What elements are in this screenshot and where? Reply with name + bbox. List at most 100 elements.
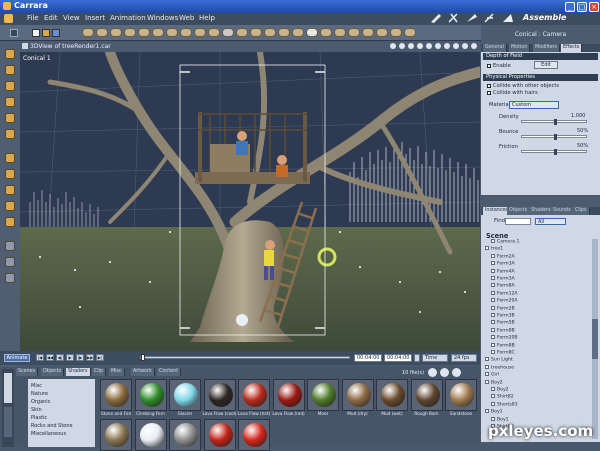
enable-checkbox[interactable] (487, 64, 491, 68)
insert-cube-icon[interactable] (96, 28, 108, 37)
insert-fire-icon[interactable] (334, 28, 346, 37)
tree-item[interactable]: Form20B (491, 335, 518, 341)
shader-thumbnail[interactable] (203, 419, 236, 451)
tree-expand-icon[interactable] (485, 372, 489, 377)
tab-modifiers[interactable]: Modifiers (533, 44, 560, 52)
browser-scrollbar[interactable] (592, 239, 598, 439)
physical-properties-header[interactable]: Physical Properties (483, 74, 598, 81)
tree-item[interactable]: Shorts83 (491, 401, 518, 408)
insert-ocean-icon[interactable] (320, 28, 332, 37)
shader-thumbnail[interactable] (134, 419, 167, 451)
time-unit-select[interactable]: Time (422, 354, 448, 362)
insert-text-icon[interactable] (180, 28, 192, 37)
tree-expand-icon[interactable] (491, 335, 495, 340)
tree-expand-icon[interactable] (491, 268, 495, 273)
toolbar-new-icon[interactable] (32, 29, 40, 37)
tab-effects[interactable]: Effects (561, 44, 583, 52)
view-perspective-icon[interactable] (417, 43, 423, 49)
rewind-button[interactable]: ◀◀ (46, 354, 54, 361)
insert-particle-icon[interactable] (376, 28, 388, 37)
menu-insert[interactable]: Insert (85, 14, 105, 22)
go-to-start-button[interactable]: |◀ (36, 354, 44, 361)
bounce-slider-thumb[interactable] (554, 134, 557, 140)
density-slider-thumb[interactable] (554, 119, 557, 125)
tab-objects[interactable]: Objects (507, 207, 531, 215)
tree-item[interactable]: Form4A (491, 268, 515, 275)
tree-expand-icon[interactable] (491, 350, 495, 354)
browser-tab[interactable] (4, 407, 12, 437)
shader-thumbnail[interactable] (134, 379, 167, 411)
room-render-icon[interactable] (484, 13, 494, 23)
view-front-icon[interactable] (390, 43, 396, 49)
density-slider[interactable] (521, 119, 587, 125)
tree-item[interactable]: Shirt82 (491, 394, 514, 400)
tab-motion[interactable]: Motion (509, 44, 531, 52)
category-item[interactable]: Nature (31, 391, 48, 397)
tree-expand-icon[interactable] (491, 253, 495, 258)
maximize-button[interactable]: □ (577, 1, 587, 12)
minimize-button[interactable]: _ (565, 1, 575, 12)
play-button[interactable]: ▶ (66, 354, 74, 361)
tree-item[interactable]: Form2B (491, 305, 515, 312)
category-item[interactable]: Organic (31, 399, 50, 405)
shelf-tab-shaders[interactable]: Shaders (66, 368, 91, 376)
shader-thumbnail[interactable] (203, 379, 236, 411)
tree-expand-icon[interactable] (485, 246, 489, 251)
tree-expand-icon[interactable] (485, 357, 489, 362)
category-item[interactable]: Miscellaneous (31, 431, 66, 437)
tree-item[interactable]: Form12A (491, 290, 518, 297)
insert-hair-icon[interactable] (278, 28, 290, 37)
view-large-icon[interactable] (440, 368, 449, 377)
shelf-tab-content[interactable]: Content (157, 368, 182, 376)
insert-torus-icon[interactable] (138, 28, 150, 37)
menu-animation[interactable]: Animation (110, 14, 146, 22)
category-item[interactable]: Skin (31, 407, 42, 413)
go-to-end-button[interactable]: ▶| (96, 354, 104, 361)
insert-fog-icon[interactable] (292, 28, 304, 37)
tree-item[interactable]: treehouse (485, 364, 514, 371)
scale-tool-icon[interactable] (5, 97, 15, 107)
tree-item[interactable]: Form8A (491, 283, 515, 289)
insert-spline-icon[interactable] (236, 28, 248, 37)
shader-thumbnail[interactable] (341, 379, 374, 411)
orbit-camera-tool-icon[interactable] (5, 185, 15, 195)
fps-select[interactable]: 24 fps (451, 354, 477, 362)
viewport-menu-icon[interactable] (22, 43, 28, 49)
dolly-camera-tool-icon[interactable] (5, 201, 15, 211)
room-switcher[interactable] (425, 11, 525, 25)
collide-hairs-checkbox[interactable] (487, 91, 491, 95)
insert-light-icon[interactable] (194, 28, 206, 37)
tab-general[interactable]: General (483, 44, 507, 52)
tree-expand-icon[interactable] (491, 387, 495, 391)
shader-thumbnail[interactable] (410, 379, 443, 411)
shader-thumbnail[interactable] (169, 379, 201, 411)
tree-expand-icon[interactable] (485, 364, 489, 369)
material-select[interactable]: Custom (509, 101, 559, 109)
shader-thumbnail[interactable] (445, 379, 477, 411)
shelf-tab-scenes[interactable]: Scenes (16, 368, 39, 376)
browser-scroll-thumb[interactable] (592, 319, 598, 359)
tab-sounds[interactable]: Sounds (551, 207, 574, 215)
zoom-tool-icon[interactable] (5, 273, 15, 283)
friction-slider-thumb[interactable] (554, 149, 557, 155)
animate-button[interactable]: Animate (4, 354, 30, 362)
tree-expand-icon[interactable] (491, 290, 495, 295)
room-texture-icon[interactable] (467, 14, 477, 22)
tree-item[interactable]: tree1 (485, 246, 503, 252)
find-input[interactable] (505, 218, 531, 225)
bend-tool-icon[interactable] (5, 113, 15, 123)
tree-item[interactable]: Girl (485, 372, 499, 378)
eyedropper-tool-icon[interactable] (5, 129, 15, 139)
pan-camera-tool-icon[interactable] (5, 169, 15, 179)
insert-target-icon[interactable] (362, 28, 374, 37)
tree-item[interactable]: Sun Light (485, 357, 513, 363)
sphere-tool-icon[interactable] (5, 217, 15, 227)
insert-bone-icon[interactable] (404, 28, 416, 37)
menu-edit[interactable]: Edit (44, 14, 58, 22)
toolbar-open-icon[interactable] (42, 29, 50, 37)
camera-icon[interactable] (5, 241, 15, 251)
tree-expand-icon[interactable] (485, 379, 489, 384)
view-side-icon[interactable] (408, 43, 414, 49)
shader-thumbnail[interactable] (272, 379, 305, 411)
insert-plane-icon[interactable] (152, 28, 164, 37)
